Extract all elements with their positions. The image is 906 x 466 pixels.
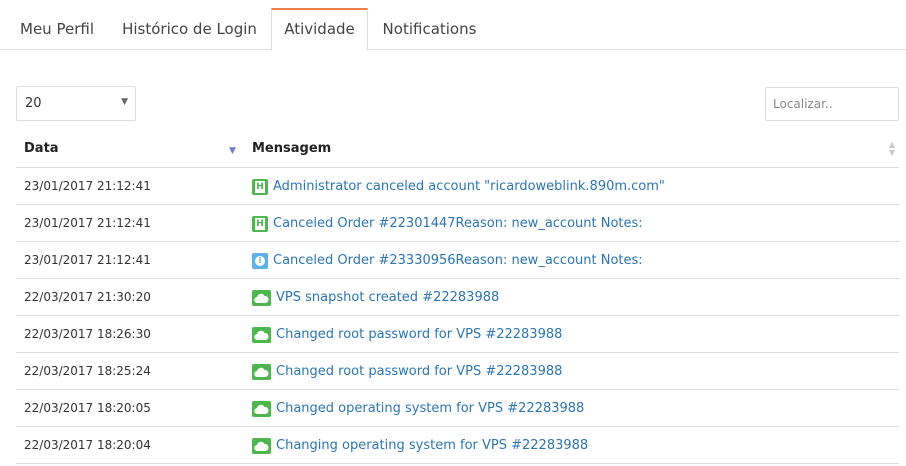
cloud-icon <box>252 437 271 454</box>
table-row: 22/03/2017 18:20:05 Changed operating sy… <box>16 390 899 427</box>
table-row: 22/03/2017 21:30:20 VPS snapshot created… <box>16 279 899 316</box>
row-message-link[interactable]: Changed root password for VPS #22283988 <box>276 364 562 379</box>
row-message-link[interactable]: Changed root password for VPS #22283988 <box>276 327 562 342</box>
table-row: 22/03/2017 18:20:04 Changing operating s… <box>16 427 899 464</box>
activity-table: Data ▼ Mensagem ▲▼ 23/01/2017 21:12:41 A… <box>16 131 899 464</box>
table-row: 23/01/2017 21:12:41 Administrator cancel… <box>16 168 899 205</box>
row-message-link[interactable]: VPS snapshot created #22283988 <box>276 290 499 305</box>
row-date: 22/03/2017 18:20:04 <box>24 438 151 452</box>
cloud-icon <box>252 326 271 343</box>
info-icon <box>252 252 268 269</box>
column-header-mensagem[interactable]: Mensagem <box>252 131 331 167</box>
search-input[interactable] <box>765 87 899 121</box>
tab-atividade[interactable]: Atividade <box>271 8 368 51</box>
tab-historico-de-login[interactable]: Histórico de Login <box>112 8 267 50</box>
row-message-link[interactable]: Administrator canceled account "ricardow… <box>273 179 665 194</box>
page-length-select[interactable]: 20 ▼ <box>16 86 136 121</box>
row-message-link[interactable]: Canceled Order #23330956Reason: new_acco… <box>273 253 643 268</box>
chevron-down-icon: ▼ <box>121 97 128 107</box>
page-length-value: 20 <box>25 96 42 111</box>
row-date: 22/03/2017 18:25:24 <box>24 364 151 378</box>
row-date: 22/03/2017 18:20:05 <box>24 401 151 415</box>
table-row: 23/01/2017 21:12:41 Canceled Order #2333… <box>16 242 899 279</box>
server-icon <box>252 178 268 195</box>
table-header: Data ▼ Mensagem ▲ ▼ <box>16 131 899 168</box>
row-date: 23/01/2017 21:12:41 <box>24 179 151 193</box>
column-header-data[interactable]: Data <box>24 131 59 167</box>
cloud-icon <box>252 363 271 380</box>
row-date: 23/01/2017 21:12:41 <box>24 216 151 230</box>
table-row: 23/01/2017 21:12:41 Canceled Order #2230… <box>16 205 899 242</box>
row-date: 22/03/2017 21:30:20 <box>24 290 151 304</box>
cloud-icon <box>252 400 271 417</box>
row-message-link[interactable]: Changing operating system for VPS #22283… <box>276 438 588 453</box>
table-row: 22/03/2017 18:26:30 Changed root passwor… <box>16 316 899 353</box>
row-message-link[interactable]: Changed operating system for VPS #222839… <box>276 401 584 416</box>
row-date: 22/03/2017 18:26:30 <box>24 327 151 341</box>
table-row: 22/03/2017 18:25:24 Changed root passwor… <box>16 353 899 390</box>
tab-meu-perfil[interactable]: Meu Perfil <box>7 8 107 50</box>
row-date: 23/01/2017 21:12:41 <box>24 253 151 267</box>
row-message-link[interactable]: Canceled Order #22301447Reason: new_acco… <box>273 216 643 231</box>
sort-descending-icon[interactable]: ▼ <box>229 146 236 156</box>
sort-both-icon[interactable]: ▲ ▼ <box>889 141 895 157</box>
tab-notifications[interactable]: Notifications <box>372 8 487 50</box>
tab-bar: Meu Perfil Histórico de Login Atividade … <box>0 0 906 51</box>
server-icon <box>252 215 268 232</box>
cloud-icon <box>252 289 271 306</box>
